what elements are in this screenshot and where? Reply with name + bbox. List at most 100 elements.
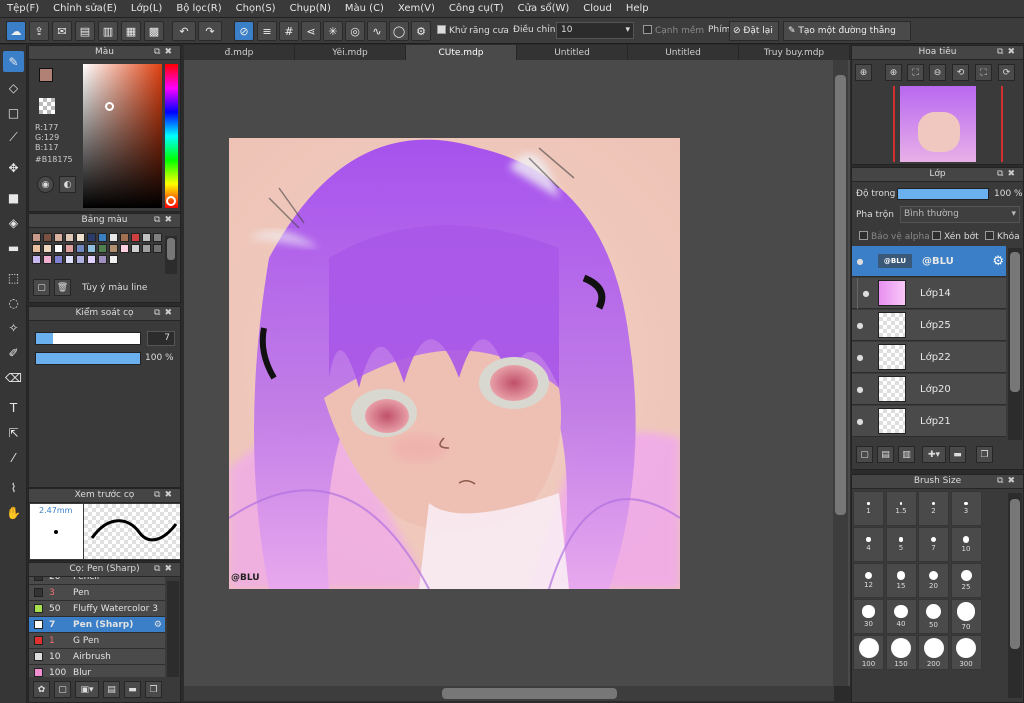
- text-tool-icon[interactable]: T: [3, 397, 24, 418]
- bucket-tool-icon[interactable]: ◈: [3, 212, 24, 233]
- brush-size-option[interactable]: 20: [918, 563, 949, 598]
- layer-row[interactable]: ● Lớp21: [852, 406, 1006, 437]
- panel-controls-icon[interactable]: ⧉✖: [997, 168, 1019, 181]
- layer-add-menu-icon[interactable]: ✚▾: [922, 446, 946, 463]
- brush-size-option[interactable]: 200: [918, 635, 949, 670]
- zoom-out-icon[interactable]: ⊖: [929, 64, 946, 81]
- line-tool-icon[interactable]: ⟋: [3, 127, 24, 148]
- antialias-checkbox[interactable]: Khử răng cưa: [437, 25, 509, 36]
- select-pen-tool-icon[interactable]: ✐: [3, 342, 24, 363]
- scroll-thumb[interactable]: [835, 75, 846, 515]
- hue-handle[interactable]: [166, 196, 176, 206]
- palette-swatch[interactable]: [54, 255, 63, 264]
- palette-scrollbar[interactable]: [165, 236, 177, 274]
- palette-swatch[interactable]: [76, 244, 85, 253]
- tab-document[interactable]: Yêi.mdp: [295, 45, 406, 61]
- brush-list-item[interactable]: 3 Pen: [29, 585, 165, 601]
- menu-help[interactable]: Help: [619, 3, 656, 14]
- brush-size-option[interactable]: 100: [853, 635, 884, 670]
- brush-size-option[interactable]: 30: [853, 599, 884, 634]
- reset-view-icon[interactable]: ⛶: [975, 64, 992, 81]
- new-page-icon[interactable]: ▢: [33, 279, 50, 296]
- brush-list-item[interactable]: 100 Blur: [29, 665, 165, 677]
- brush-size-option[interactable]: 10: [950, 527, 982, 562]
- palette-swatch[interactable]: [32, 255, 41, 264]
- palette-swatch[interactable]: [153, 244, 162, 253]
- circle-snap-icon[interactable]: ◎: [345, 21, 365, 41]
- canvas-vertical-scrollbar[interactable]: [833, 60, 848, 686]
- palette-swatch[interactable]: [87, 255, 96, 264]
- layer-opacity-slider[interactable]: [897, 188, 989, 200]
- brush-size-option[interactable]: 2: [918, 491, 949, 526]
- undo-icon[interactable]: ↶: [172, 21, 196, 41]
- color-wheel-icon[interactable]: ◐: [59, 176, 76, 193]
- visibility-icon[interactable]: ●: [852, 321, 868, 330]
- radial-snap-icon[interactable]: ✳: [323, 21, 343, 41]
- panel-controls-icon[interactable]: ⧉✖: [997, 475, 1019, 488]
- dropper-tool-icon[interactable]: ⌇: [3, 477, 24, 498]
- duplicate-icon[interactable]: ❐: [976, 446, 993, 463]
- move-tool-icon[interactable]: ✥: [3, 157, 24, 178]
- brush-size-option[interactable]: 4: [853, 527, 884, 562]
- brush-size-option[interactable]: 25: [950, 563, 982, 598]
- correction-select[interactable]: 10 ▾: [556, 22, 634, 39]
- brush-size-option[interactable]: 150: [885, 635, 917, 670]
- operation-tool-icon[interactable]: ⇱: [3, 422, 24, 443]
- gear-icon[interactable]: ⚙: [411, 21, 431, 41]
- menu-file[interactable]: Tệp(F): [0, 3, 46, 14]
- share-icon[interactable]: ⇪: [29, 21, 49, 41]
- palette-swatch[interactable]: [43, 255, 52, 264]
- tab-document[interactable]: đ.mdp: [184, 45, 295, 61]
- palette-swatch[interactable]: [43, 244, 52, 253]
- menu-capture[interactable]: Chụp(N): [283, 3, 338, 14]
- brush-size-option[interactable]: 7: [918, 527, 949, 562]
- chat-icon[interactable]: ✉: [52, 21, 72, 41]
- palette-swatch[interactable]: [54, 244, 63, 253]
- grid-snap-icon[interactable]: #: [279, 21, 299, 41]
- panel-controls-icon[interactable]: ⧉✖: [154, 46, 176, 59]
- gear-icon[interactable]: ⚙: [992, 254, 1004, 269]
- hand-tool-icon[interactable]: ✋: [3, 502, 24, 523]
- panel-icon[interactable]: ▦: [121, 21, 141, 41]
- tab-document[interactable]: Untitled: [517, 45, 628, 61]
- menu-tools[interactable]: Công cụ(T): [442, 3, 511, 14]
- palette-swatch[interactable]: [142, 233, 151, 242]
- palette-swatch[interactable]: [109, 255, 118, 264]
- panel-controls-icon[interactable]: ⧉✖: [154, 489, 176, 502]
- magic-wand-tool-icon[interactable]: ✧: [3, 317, 24, 338]
- blend-mode-select[interactable]: Bình thường ▾: [900, 206, 1020, 223]
- layer-row[interactable]: ● Lớp25: [852, 310, 1006, 341]
- gear-icon[interactable]: ⚙: [154, 620, 162, 630]
- palette-swatch[interactable]: [32, 244, 41, 253]
- palette-swatch[interactable]: [87, 233, 96, 242]
- navigator-viewport[interactable]: [893, 86, 1003, 162]
- select-rect-tool-icon[interactable]: ⬚: [3, 267, 24, 288]
- menu-edit[interactable]: Chỉnh sửa(E): [46, 3, 124, 14]
- brush-size-slider[interactable]: [35, 332, 141, 345]
- perspective-snap-icon[interactable]: ⋖: [301, 21, 321, 41]
- brush-size-option[interactable]: 1.5: [885, 491, 917, 526]
- visibility-icon[interactable]: ●: [852, 257, 868, 266]
- folder-icon[interactable]: ▬: [124, 681, 141, 698]
- clipping-checkbox[interactable]: Xén bớt: [932, 231, 979, 242]
- transparent-color-swatch[interactable]: [39, 98, 55, 114]
- lasso-tool-icon[interactable]: ◌: [3, 292, 24, 313]
- curve-snap-icon[interactable]: ∿: [367, 21, 387, 41]
- saturation-value-picker[interactable]: [83, 64, 162, 208]
- straight-line-button[interactable]: ✎ Tạo một đường thẳng: [783, 21, 911, 41]
- brush-list-item[interactable]: 50 Fluffy Watercolor 3: [29, 601, 165, 617]
- brush-size-option[interactable]: 50: [918, 599, 949, 634]
- brush-size-input[interactable]: 7: [147, 331, 175, 346]
- zoom-in-icon[interactable]: ⊕: [855, 64, 872, 81]
- palette-swatch[interactable]: [98, 244, 107, 253]
- protect-alpha-checkbox[interactable]: Bảo vệ alpha: [859, 231, 930, 242]
- palette-swatch[interactable]: [109, 233, 118, 242]
- trash-icon[interactable]: 🗑: [54, 279, 71, 296]
- rotate-left-icon[interactable]: ⟲: [952, 64, 969, 81]
- new-1bit-layer-icon[interactable]: ▥: [898, 446, 915, 463]
- palette-swatch[interactable]: [65, 255, 74, 264]
- brush-list-item[interactable]: 20Pencil: [29, 577, 165, 585]
- tab-document-active[interactable]: CUte.mdp: [406, 45, 517, 61]
- rotate-right-icon[interactable]: ⟳: [998, 64, 1015, 81]
- menu-cloud[interactable]: Cloud: [576, 3, 619, 14]
